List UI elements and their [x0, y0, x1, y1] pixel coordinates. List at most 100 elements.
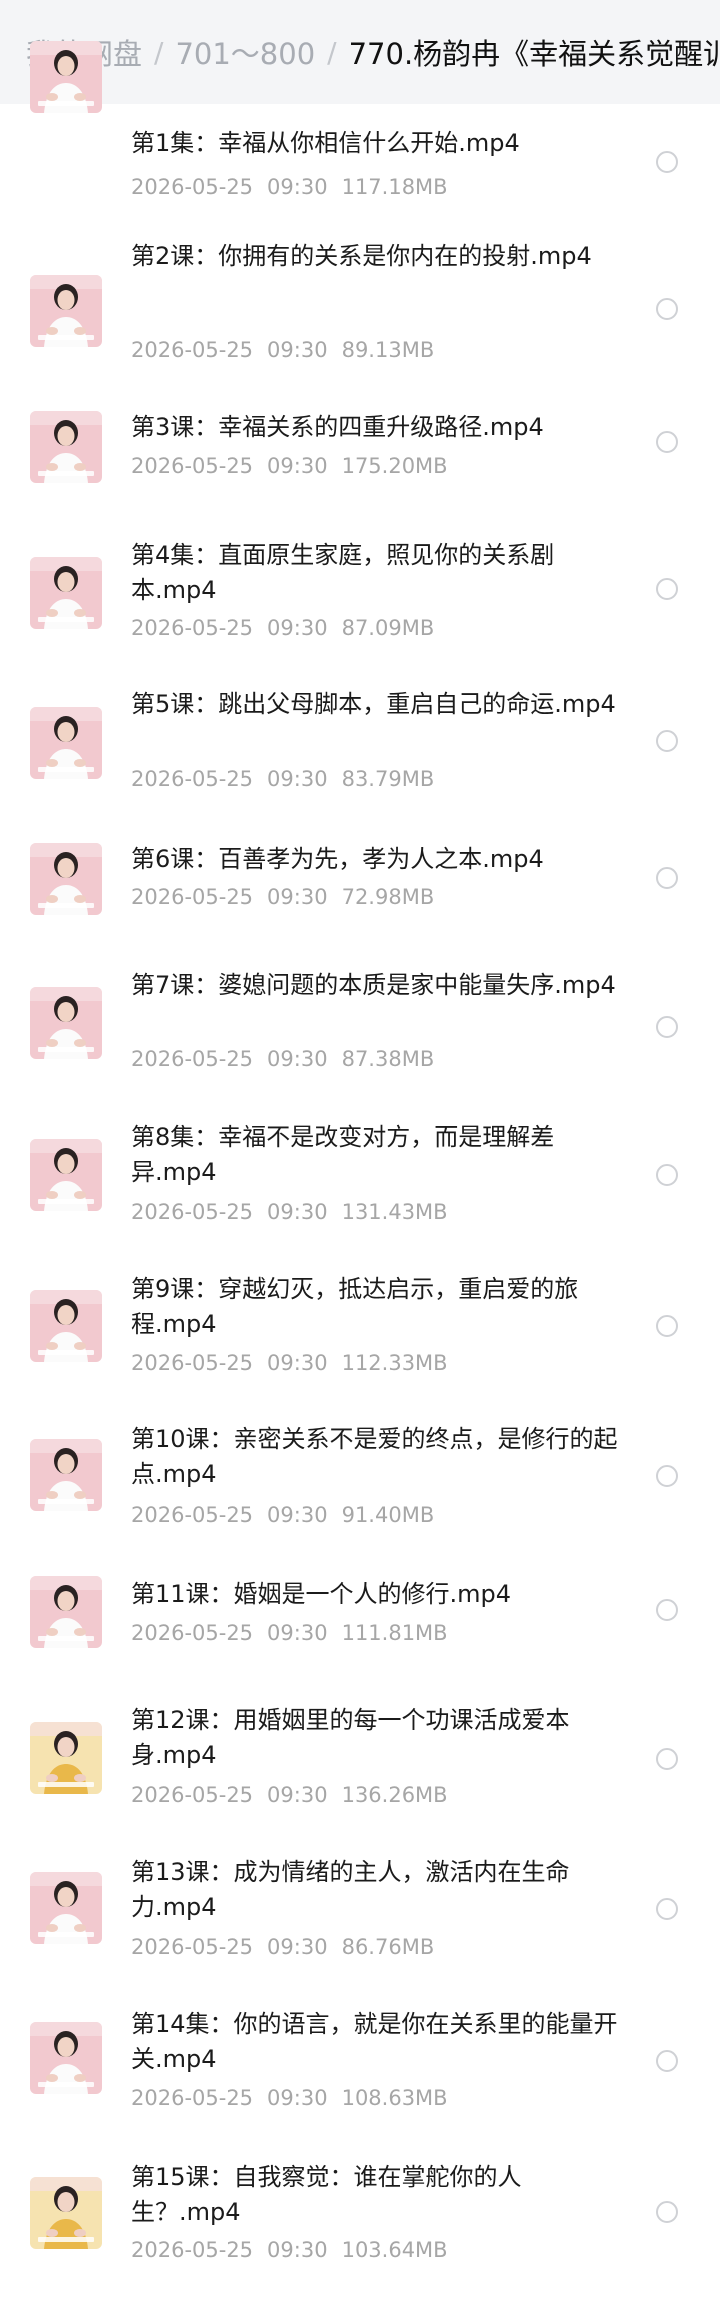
breadcrumb-separator: / — [327, 35, 337, 69]
file-name: 第8集：幸福不是改变对方，而是理解差异.mp4 — [131, 1123, 555, 1186]
file-time: 09:30 — [267, 616, 328, 640]
file-name: 第4集：直面原生家庭，照见你的关系剧本.mp4 — [131, 541, 555, 604]
file-date: 2026-05-25 — [131, 616, 254, 640]
file-time: 09:30 — [267, 1935, 328, 1959]
radio-circle-icon[interactable] — [656, 578, 678, 600]
file-time: 09:30 — [267, 1047, 328, 1071]
file-date: 2026-05-25 — [131, 767, 254, 791]
file-time: 09:30 — [267, 767, 328, 791]
radio-circle-icon[interactable] — [656, 1164, 678, 1186]
file-name: 第9课：穿越幻灭，抵达启示，重启爱的旅程.mp4 — [131, 1275, 579, 1338]
file-date: 2026-05-25 — [131, 1200, 254, 1224]
file-date: 2026-05-25 — [131, 2238, 254, 2262]
file-size: 89.13MB — [341, 338, 435, 362]
video-thumbnail-icon — [30, 843, 102, 915]
video-thumbnail-icon — [30, 987, 102, 1059]
file-date: 2026-05-25 — [131, 1351, 254, 1375]
file-meta: 2026-05-25 09:30 89.13MB — [131, 338, 434, 362]
file-time: 09:30 — [267, 885, 328, 909]
file-size: 136.26MB — [341, 1783, 448, 1807]
file-date: 2026-05-25 — [131, 1621, 254, 1645]
file-date: 2026-05-25 — [131, 1503, 254, 1527]
file-time: 09:30 — [267, 1200, 328, 1224]
radio-circle-icon[interactable] — [656, 298, 678, 320]
breadcrumb-current: 770.杨韵冉《幸福关系觉醒训练营》 — [348, 37, 720, 71]
radio-circle-icon[interactable] — [656, 1748, 678, 1770]
file-size: 111.81MB — [341, 1621, 448, 1645]
file-meta: 2026-05-25 09:30 103.64MB — [131, 2238, 448, 2262]
file-time: 09:30 — [267, 1351, 328, 1375]
file-name: 第12课：用婚姻里的每一个功课活成爱本身.mp4 — [131, 1706, 570, 1769]
file-time: 09:30 — [267, 454, 328, 478]
radio-circle-icon[interactable] — [656, 1599, 678, 1621]
file-date: 2026-05-25 — [131, 338, 254, 362]
file-meta: 2026-05-25 09:30 117.18MB — [131, 175, 448, 199]
file-name: 第2课：你拥有的关系是你内在的投射.mp4 — [131, 242, 592, 270]
file-size: 72.98MB — [341, 885, 435, 909]
file-name: 第15课：自我察觉：谁在掌舵你的人生？.mp4 — [131, 2163, 522, 2226]
file-time: 09:30 — [267, 1783, 328, 1807]
file-name: 第5课：跳出父母脚本，重启自己的命运.mp4 — [131, 690, 616, 718]
radio-circle-icon[interactable] — [656, 431, 678, 453]
file-meta: 2026-05-25 09:30 91.40MB — [131, 1503, 434, 1527]
breadcrumb-folder[interactable]: 701～800 — [175, 31, 315, 73]
file-size: 131.43MB — [341, 1200, 448, 1224]
file-size: 175.20MB — [341, 454, 448, 478]
file-time: 09:30 — [267, 175, 328, 199]
file-meta: 2026-05-25 09:30 72.98MB — [131, 885, 434, 909]
video-thumbnail-icon — [30, 1722, 102, 1794]
file-meta: 2026-05-25 09:30 108.63MB — [131, 2086, 448, 2110]
file-meta: 2026-05-25 09:30 175.20MB — [131, 454, 448, 478]
file-meta: 2026-05-25 09:30 83.79MB — [131, 767, 434, 791]
video-thumbnail-icon — [30, 2177, 102, 2249]
file-date: 2026-05-25 — [131, 885, 254, 909]
video-thumbnail-icon — [30, 41, 102, 113]
file-date: 2026-05-25 — [131, 454, 254, 478]
video-thumbnail-icon — [30, 411, 102, 483]
file-meta: 2026-05-25 09:30 136.26MB — [131, 1783, 448, 1807]
radio-circle-icon[interactable] — [656, 2201, 678, 2223]
file-time: 09:30 — [267, 338, 328, 362]
file-size: 117.18MB — [341, 175, 448, 199]
radio-circle-icon[interactable] — [656, 1016, 678, 1038]
file-size: 112.33MB — [341, 1351, 448, 1375]
file-size: 91.40MB — [341, 1503, 435, 1527]
radio-circle-icon[interactable] — [656, 867, 678, 889]
file-size: 108.63MB — [341, 2086, 448, 2110]
video-thumbnail-icon — [30, 707, 102, 779]
radio-circle-icon[interactable] — [656, 1465, 678, 1487]
file-size: 87.38MB — [341, 1047, 435, 1071]
file-name: 第14集：你的语言，就是你在关系里的能量开关.mp4 — [131, 2010, 618, 2073]
file-date: 2026-05-25 — [131, 1783, 254, 1807]
video-thumbnail-icon — [30, 275, 102, 347]
video-thumbnail-icon — [30, 2022, 102, 2094]
file-date: 2026-05-25 — [131, 1047, 254, 1071]
radio-circle-icon[interactable] — [656, 1315, 678, 1337]
radio-circle-icon[interactable] — [656, 1898, 678, 1920]
file-name: 第1集：幸福从你相信什么开始.mp4 — [131, 129, 520, 157]
file-meta: 2026-05-25 09:30 87.09MB — [131, 616, 434, 640]
radio-circle-icon[interactable] — [656, 151, 678, 173]
file-meta: 2026-05-25 09:30 86.76MB — [131, 1935, 434, 1959]
file-name: 第7课：婆媳问题的本质是家中能量失序.mp4 — [131, 971, 616, 999]
file-meta: 2026-05-25 09:30 131.43MB — [131, 1200, 448, 1224]
file-time: 09:30 — [267, 1621, 328, 1645]
file-time: 09:30 — [267, 2086, 328, 2110]
file-meta: 2026-05-25 09:30 112.33MB — [131, 1351, 448, 1375]
file-name: 第6课：百善孝为先，孝为人之本.mp4 — [131, 845, 544, 873]
file-meta: 2026-05-25 09:30 111.81MB — [131, 1621, 448, 1645]
video-thumbnail-icon — [30, 557, 102, 629]
file-time: 09:30 — [267, 2238, 328, 2262]
video-thumbnail-icon — [30, 1872, 102, 1944]
file-size: 83.79MB — [341, 767, 435, 791]
radio-circle-icon[interactable] — [656, 730, 678, 752]
radio-circle-icon[interactable] — [656, 2050, 678, 2072]
file-meta: 2026-05-25 09:30 87.38MB — [131, 1047, 434, 1071]
file-size: 86.76MB — [341, 1935, 435, 1959]
video-thumbnail-icon — [30, 1439, 102, 1511]
breadcrumb: 我的网盘 / 701～800 / 770.杨韵冉《幸福关系觉醒训练营》 — [0, 0, 720, 104]
video-thumbnail-icon — [30, 1576, 102, 1648]
file-name: 第10课：亲密关系不是爱的终点，是修行的起点.mp4 — [131, 1425, 618, 1488]
file-date: 2026-05-25 — [131, 2086, 254, 2110]
file-date: 2026-05-25 — [131, 175, 254, 199]
